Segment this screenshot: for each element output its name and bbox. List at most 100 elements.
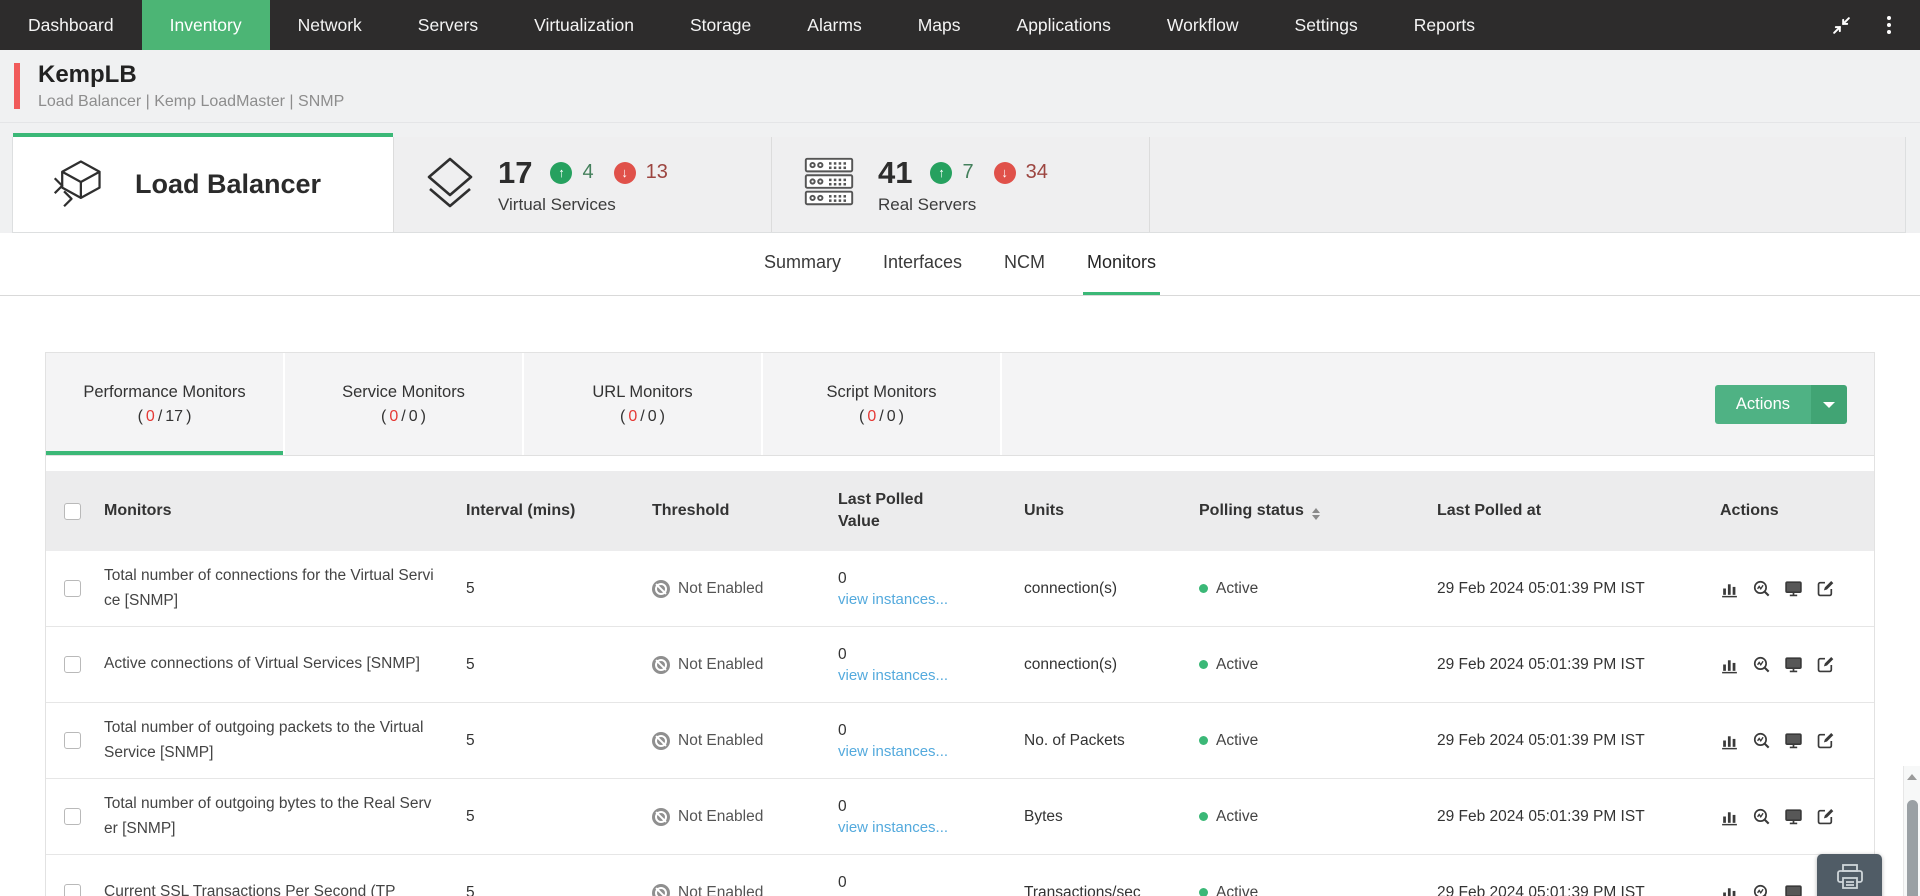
tab-service-monitors[interactable]: Service Monitors (0/0)	[285, 353, 524, 455]
nav-item-dashboard[interactable]: Dashboard	[0, 0, 142, 50]
search-zoom-icon[interactable]	[1752, 579, 1771, 598]
search-zoom-icon[interactable]	[1752, 883, 1771, 896]
tab-summary[interactable]: Summary	[760, 233, 845, 295]
print-widget-button[interactable]	[1817, 854, 1882, 896]
last-polled-value: 0	[838, 874, 1010, 892]
nav-item-inventory[interactable]: Inventory	[142, 0, 270, 50]
monitor-screen-icon[interactable]	[1784, 655, 1803, 674]
tab-url-monitors[interactable]: URL Monitors (0/0)	[524, 353, 763, 455]
real-servers-card[interactable]: 41 7 34 Real Servers	[771, 137, 1149, 232]
search-zoom-icon[interactable]	[1752, 655, 1771, 674]
nav-item-maps[interactable]: Maps	[890, 0, 989, 50]
monitor-name[interactable]: Total number of connections for the Virt…	[104, 564, 449, 612]
tab-interfaces[interactable]: Interfaces	[879, 233, 966, 295]
monitor-screen-icon[interactable]	[1784, 731, 1803, 750]
view-instances-link[interactable]: view instances...	[838, 591, 1010, 608]
row-checkbox[interactable]	[64, 732, 81, 749]
edit-icon[interactable]	[1816, 655, 1835, 674]
active-status-dot	[1199, 660, 1208, 669]
real-servers-label: Real Servers	[878, 195, 1048, 215]
monitor-name[interactable]: Total number of outgoing bytes to the Re…	[104, 792, 449, 840]
nav-item-storage[interactable]: Storage	[662, 0, 779, 50]
device-name: KempLB	[38, 61, 344, 90]
actions-dropdown-toggle[interactable]	[1811, 385, 1847, 424]
tab-label: Performance Monitors	[83, 383, 245, 402]
bar-chart-icon[interactable]	[1720, 731, 1739, 750]
monitor-screen-icon[interactable]	[1784, 883, 1803, 896]
table-row: Total number of outgoing bytes to the Re…	[46, 779, 1874, 855]
tab-ncm[interactable]: NCM	[1000, 233, 1049, 295]
load-balancer-tab[interactable]: Load Balancer	[13, 133, 393, 232]
monitor-screen-icon[interactable]	[1784, 807, 1803, 826]
up-arrow-badge	[550, 162, 572, 184]
vertical-scrollbar[interactable]	[1903, 766, 1920, 896]
select-all-checkbox[interactable]	[64, 503, 81, 520]
real-servers-down-count: 34	[1026, 161, 1048, 184]
edit-icon[interactable]	[1816, 731, 1835, 750]
not-enabled-icon	[652, 884, 670, 896]
scrollbar-thumb[interactable]	[1907, 800, 1918, 896]
monitor-name[interactable]: Active connections of Virtual Services […	[104, 652, 449, 676]
row-actions	[1720, 731, 1874, 750]
nav-item-reports[interactable]: Reports	[1386, 0, 1503, 50]
nav-item-virtualization[interactable]: Virtualization	[506, 0, 662, 50]
view-instances-link[interactable]: view instances...	[838, 743, 1010, 760]
search-zoom-icon[interactable]	[1752, 807, 1771, 826]
virtual-services-up-count: 4	[582, 161, 593, 184]
down-arrow-badge	[614, 162, 636, 184]
last-polled-at: 29 Feb 2024 05:01:39 PM IST	[1437, 732, 1720, 750]
nav-item-settings[interactable]: Settings	[1267, 0, 1386, 50]
not-enabled-icon	[652, 580, 670, 598]
scroll-up-icon[interactable]	[1907, 774, 1917, 780]
virtual-services-down-count: 13	[646, 161, 668, 184]
tab-monitors[interactable]: Monitors	[1083, 233, 1160, 295]
row-checkbox[interactable]	[64, 580, 81, 597]
nav-item-workflow[interactable]: Workflow	[1139, 0, 1267, 50]
view-instances-link[interactable]: view instances...	[838, 819, 1010, 836]
virtual-services-label: Virtual Services	[498, 195, 668, 215]
bar-chart-icon[interactable]	[1720, 655, 1739, 674]
last-polled-value: 0	[838, 646, 1010, 664]
bar-chart-icon[interactable]	[1720, 883, 1739, 896]
monitor-name[interactable]: Total number of outgoing packets to the …	[104, 716, 449, 764]
virtual-services-card[interactable]: 17 4 13 Virtual Services	[393, 137, 771, 232]
polling-status: Active	[1216, 732, 1258, 750]
active-status-dot	[1199, 888, 1208, 896]
col-polling-status[interactable]: Polling status	[1199, 502, 1437, 520]
actions-button[interactable]: Actions	[1715, 385, 1811, 424]
overview-strip-filler	[1149, 137, 1905, 232]
nav-item-applications[interactable]: Applications	[989, 0, 1139, 50]
search-zoom-icon[interactable]	[1752, 731, 1771, 750]
overview-strip: Load Balancer 17 4 13	[12, 137, 1906, 233]
row-checkbox[interactable]	[64, 808, 81, 825]
bar-chart-icon[interactable]	[1720, 579, 1739, 598]
monitor-screen-icon[interactable]	[1784, 579, 1803, 598]
sort-icon[interactable]	[1312, 508, 1320, 520]
layers-diamond-icon	[422, 154, 478, 215]
kebab-menu-icon[interactable]	[1878, 14, 1900, 36]
edit-icon[interactable]	[1816, 807, 1835, 826]
down-arrow-badge	[994, 162, 1016, 184]
table-row: Total number of connections for the Virt…	[46, 551, 1874, 627]
bar-chart-icon[interactable]	[1720, 807, 1739, 826]
tab-script-monitors[interactable]: Script Monitors (0/0)	[763, 353, 1002, 455]
tab-performance-monitors[interactable]: Performance Monitors (0/17)	[46, 353, 285, 455]
last-polled-at: 29 Feb 2024 05:01:39 PM IST	[1437, 656, 1720, 674]
monitor-name[interactable]: Current SSL Transactions Per Second (TP	[104, 880, 449, 896]
nav-item-network[interactable]: Network	[270, 0, 390, 50]
view-instances-link[interactable]: view instances...	[838, 667, 1010, 684]
edit-icon[interactable]	[1816, 579, 1835, 598]
chevron-down-icon	[1823, 402, 1835, 408]
table-header-row: Monitors Interval (mins) Threshold Last …	[46, 471, 1874, 551]
row-actions	[1720, 655, 1874, 674]
monitor-interval: 5	[466, 656, 652, 674]
actions-split-button[interactable]: Actions	[1715, 385, 1847, 424]
polling-status: Active	[1216, 580, 1258, 598]
row-checkbox[interactable]	[64, 656, 81, 673]
nav-item-alarms[interactable]: Alarms	[779, 0, 889, 50]
tab-count: (0/17)	[138, 408, 192, 426]
device-breadcrumb: Load Balancer | Kemp LoadMaster | SNMP	[38, 93, 344, 111]
row-checkbox[interactable]	[64, 884, 81, 896]
nav-item-servers[interactable]: Servers	[390, 0, 506, 50]
collapse-icon[interactable]	[1830, 14, 1852, 36]
